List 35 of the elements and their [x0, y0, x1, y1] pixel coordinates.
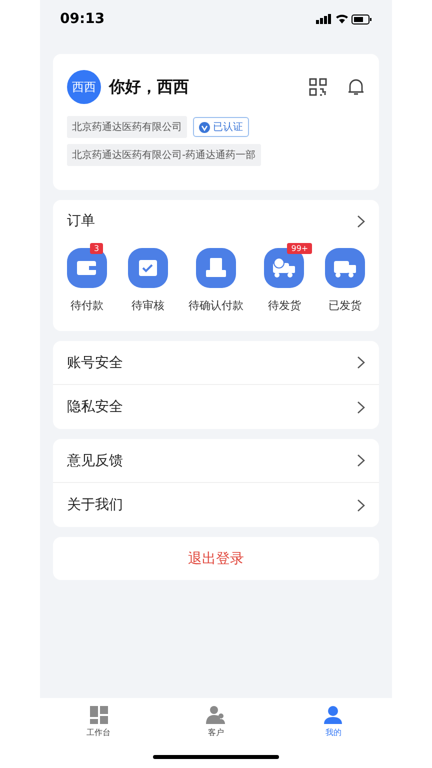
menu-item[interactable]: 关于我们 — [53, 483, 379, 527]
count-badge: 3 — [90, 243, 104, 254]
truck-icon — [325, 248, 365, 288]
menu-item[interactable]: 意见反馈 — [53, 439, 379, 483]
qr-code-icon[interactable] — [309, 78, 327, 96]
order-status-button[interactable]: 3 待付款 — [57, 243, 117, 313]
company-tag: 北京药通达医药有限公司 — [67, 116, 187, 138]
chevron-right-icon — [357, 214, 365, 228]
logout-button[interactable]: 退出登录 — [53, 537, 379, 580]
department-tag: 北京药通达医药有限公司-药通达通药一部 — [67, 144, 261, 166]
tab-bar-item[interactable]: 客户 — [186, 704, 246, 739]
verified-badge: 已认证 — [193, 117, 249, 137]
tab-bar-item[interactable]: 我的 — [303, 704, 364, 739]
status-icons — [316, 13, 372, 25]
order-status-button[interactable]: 99+ 待发货 — [254, 243, 314, 313]
order-status-button[interactable]: 已发货 — [315, 243, 375, 313]
chevron-right-icon — [357, 454, 365, 467]
order-status-button[interactable]: 待审核 — [118, 243, 178, 313]
calendar-icon — [128, 248, 168, 288]
orders-title: 订单 — [67, 212, 95, 230]
chevron-right-icon — [357, 400, 365, 414]
order-status-button[interactable]: 待确认付款 — [178, 243, 254, 313]
greeting: 你好，西西 — [109, 76, 190, 98]
avatar: 西西 — [67, 70, 101, 104]
people-icon — [206, 705, 226, 725]
chevron-right-icon — [357, 356, 365, 369]
status-time: 09:13 — [60, 11, 105, 27]
bell-icon[interactable] — [347, 78, 365, 96]
count-badge: 99+ — [287, 243, 312, 254]
menu-item[interactable]: 账号安全 — [53, 341, 379, 385]
chevron-right-icon — [357, 498, 365, 512]
dashboard-icon — [88, 705, 109, 725]
tab-bar-item[interactable]: 工作台 — [68, 704, 129, 739]
person-icon — [323, 705, 344, 725]
menu-item[interactable]: 隐私安全 — [53, 385, 379, 429]
